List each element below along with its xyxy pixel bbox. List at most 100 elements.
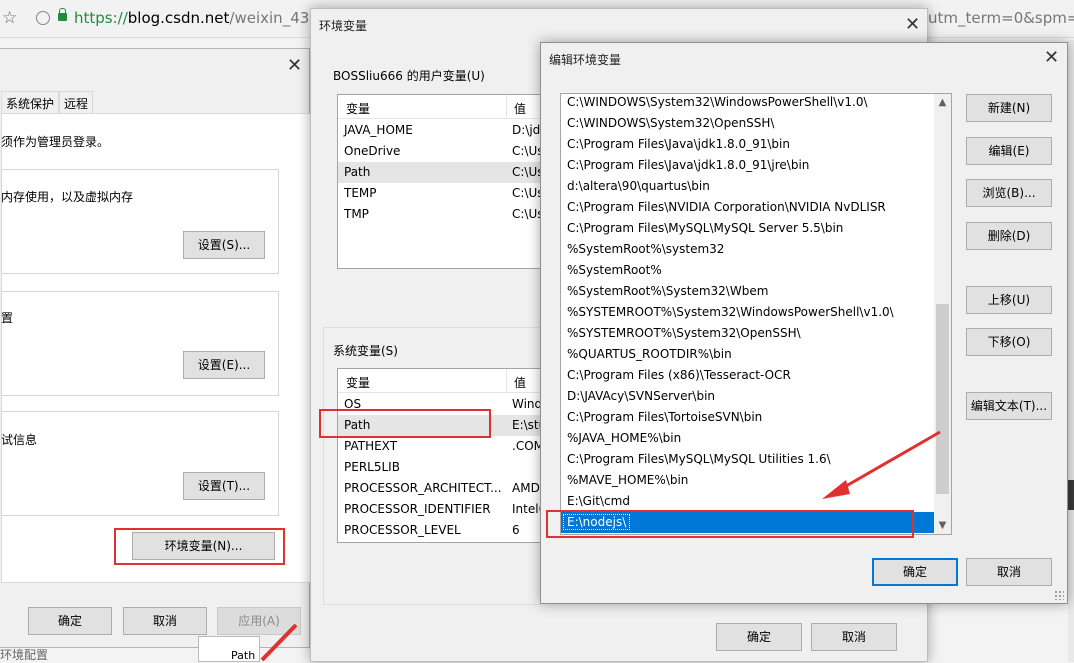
table-row[interactable]: Path C:\Us — [338, 162, 566, 183]
user-profile-group — [1, 291, 279, 396]
cancel-button[interactable]: 取消 — [966, 558, 1052, 586]
user-profile-settings-button[interactable]: 设置(E)... — [183, 351, 265, 379]
list-item[interactable]: C:\Program Files\MySQL\MySQL Utilities 1… — [561, 449, 934, 470]
url-host: blog.csdn.net — [127, 9, 230, 27]
list-item[interactable]: C:\Program Files (x86)\Tesseract-OCR — [561, 365, 934, 386]
close-icon[interactable]: ✕ — [287, 57, 302, 75]
move-up-button[interactable]: 上移(U) — [966, 286, 1052, 314]
table-row[interactable]: OneDrive C:\Us — [338, 141, 566, 162]
list-item[interactable]: %MAVE_HOME%\bin — [561, 470, 934, 491]
performance-description: 内存使用，以及虚拟内存 — [1, 190, 134, 204]
scroll-down-icon[interactable]: ▼ — [934, 517, 951, 534]
dialog-title: 环境变量 — [319, 19, 368, 33]
list-item[interactable]: %JAVA_HOME%\bin — [561, 428, 934, 449]
variable-name: TMP — [344, 207, 369, 221]
background-path-label: Path — [231, 649, 256, 662]
list-item[interactable]: C:\Program Files\NVIDIA Corporation\NVID… — [561, 197, 934, 218]
list-item[interactable]: %SYSTEMROOT%\System32\OpenSSH\ — [561, 323, 934, 344]
startup-recovery-group — [1, 411, 279, 516]
list-header: 变量 值 — [338, 95, 566, 119]
table-row[interactable]: JAVA_HOME D:\jdk — [338, 120, 566, 141]
site-info-icon[interactable] — [36, 11, 50, 25]
vertical-scrollbar[interactable]: ▲ ▼ — [934, 94, 951, 534]
apply-button[interactable]: 应用(A) — [217, 607, 301, 635]
browse-button[interactable]: 浏览(B)... — [966, 179, 1052, 207]
annotation-box-env-button — [114, 528, 285, 565]
path-entry-text: E:\Git\cmd — [567, 494, 630, 508]
background-page — [1068, 40, 1074, 662]
list-item[interactable]: %SystemRoot%\system32 — [561, 239, 934, 260]
bookmark-star-icon[interactable]: ☆ — [2, 8, 17, 28]
page-footer-text: 环境配置 — [0, 648, 49, 662]
list-item[interactable]: %QUARTUS_ROOTDIR%\bin — [561, 344, 934, 365]
list-item[interactable]: D:\JAVAcy\SVNServer\bin — [561, 386, 934, 407]
list-item[interactable]: C:\Program Files\Java\jdk1.8.0_91\bin — [561, 134, 934, 155]
cancel-button[interactable]: 取消 — [123, 607, 207, 635]
list-item[interactable]: C:\Program Files\Java\jdk1.8.0_91\jre\bi… — [561, 155, 934, 176]
path-entry-text: %SystemRoot%\System32\Wbem — [567, 284, 769, 298]
column-value[interactable]: 值 — [514, 100, 526, 117]
path-entry-text: C:\Program Files\MySQL\MySQL Server 5.5\… — [567, 221, 844, 235]
list-item[interactable]: C:\Program Files\MySQL\MySQL Server 5.5\… — [561, 218, 934, 239]
column-variable[interactable]: 变量 — [346, 100, 370, 117]
list-item[interactable]: %SYSTEMROOT%\System32\WindowsPowerShell\… — [561, 302, 934, 323]
list-item[interactable]: E:\Git\cmd — [561, 491, 934, 512]
edit-text-button[interactable]: 编辑文本(T)... — [966, 392, 1052, 420]
path-entry-text: %QUARTUS_ROOTDIR%\bin — [567, 347, 732, 361]
performance-settings-button[interactable]: 设置(S)... — [183, 231, 265, 259]
path-entry-text: C:\WINDOWS\System32\OpenSSH\ — [567, 116, 775, 130]
system-variables-group — [323, 327, 541, 605]
path-entry-text: %SYSTEMROOT%\System32\OpenSSH\ — [567, 326, 801, 340]
path-entries-list[interactable]: C:\WINDOWS\System32\WindowsPowerShell\v1… — [560, 93, 952, 535]
table-row[interactable]: TMP C:\Us — [338, 204, 566, 225]
list-item[interactable]: d:\altera\90\quartus\bin — [561, 176, 934, 197]
move-down-button[interactable]: 下移(O) — [966, 328, 1052, 356]
ok-button[interactable]: 确定 — [716, 623, 802, 651]
path-entry-text: C:\Program Files\MySQL\MySQL Utilities 1… — [567, 452, 831, 466]
path-entry-text: D:\JAVAcy\SVNServer\bin — [567, 389, 716, 403]
list-item[interactable]: %SystemRoot% — [561, 260, 934, 281]
variable-value: C:\Us — [512, 165, 544, 179]
close-icon[interactable]: ✕ — [905, 16, 920, 34]
path-entry-text: %SYSTEMROOT%\System32\WindowsPowerShell\… — [567, 305, 894, 319]
ok-button[interactable]: 确定 — [28, 607, 112, 635]
path-entry-text: %MAVE_HOME%\bin — [567, 473, 689, 487]
variable-value: C:\Us — [512, 186, 544, 200]
scrollbar-thumb[interactable] — [936, 304, 949, 494]
delete-button[interactable]: 删除(D) — [966, 222, 1052, 250]
new-button[interactable]: 新建(N) — [966, 94, 1052, 122]
path-entry-text: d:\altera\90\quartus\bin — [567, 179, 710, 193]
table-row[interactable]: TEMP C:\Us — [338, 183, 566, 204]
cancel-button[interactable]: 取消 — [811, 623, 897, 651]
list-item[interactable]: C:\Program Files\TortoiseSVN\bin — [561, 407, 934, 428]
user-profile-description: 置 — [1, 311, 14, 325]
variable-name: TEMP — [344, 186, 377, 200]
scroll-up-icon[interactable]: ▲ — [934, 94, 951, 111]
list-item[interactable]: %SystemRoot%\System32\Wbem — [561, 281, 934, 302]
path-entry-text: C:\Program Files\TortoiseSVN\bin — [567, 410, 763, 424]
variable-value: C:\Us — [512, 207, 544, 221]
list-item[interactable]: C:\WINDOWS\System32\WindowsPowerShell\v1… — [561, 94, 934, 113]
user-variables-list[interactable]: 变量 值 JAVA_HOME D:\jdk OneDrive C:\Us Path C:\… — [337, 94, 567, 269]
admin-note: 须作为管理员登录。 — [1, 135, 110, 149]
background-page-fragment — [1068, 480, 1074, 510]
startup-recovery-description: 试信息 — [1, 433, 38, 447]
variable-value: C:\Us — [512, 144, 544, 158]
path-entry-text: %SystemRoot% — [567, 263, 662, 277]
annotation-box-nodejs-entry — [546, 510, 914, 538]
path-entry-text: C:\WINDOWS\System32\WindowsPowerShell\v1… — [567, 95, 868, 109]
ok-button[interactable]: 确定 — [872, 558, 958, 586]
edit-button[interactable]: 编辑(E) — [966, 137, 1052, 165]
startup-settings-button[interactable]: 设置(T)... — [183, 472, 265, 500]
tab-system-protection[interactable]: 系统保护 — [1, 91, 60, 113]
close-icon[interactable]: ✕ — [1044, 49, 1059, 67]
path-entry-text: %SystemRoot%\system32 — [567, 242, 725, 256]
annotation-box-path-row — [319, 409, 491, 438]
resize-grip-icon[interactable] — [1054, 590, 1064, 600]
list-item[interactable]: C:\WINDOWS\System32\OpenSSH\ — [561, 113, 934, 134]
variable-name: JAVA_HOME — [344, 123, 413, 137]
address-bar[interactable]: https://blog.csdn.net/weixin_43937 — [74, 9, 338, 27]
path-entry-text: C:\Program Files (x86)\Tesseract-OCR — [567, 368, 791, 382]
url-tail: utm_term=0&spm=100 — [928, 9, 1074, 27]
tab-remote[interactable]: 远程 — [59, 91, 94, 113]
